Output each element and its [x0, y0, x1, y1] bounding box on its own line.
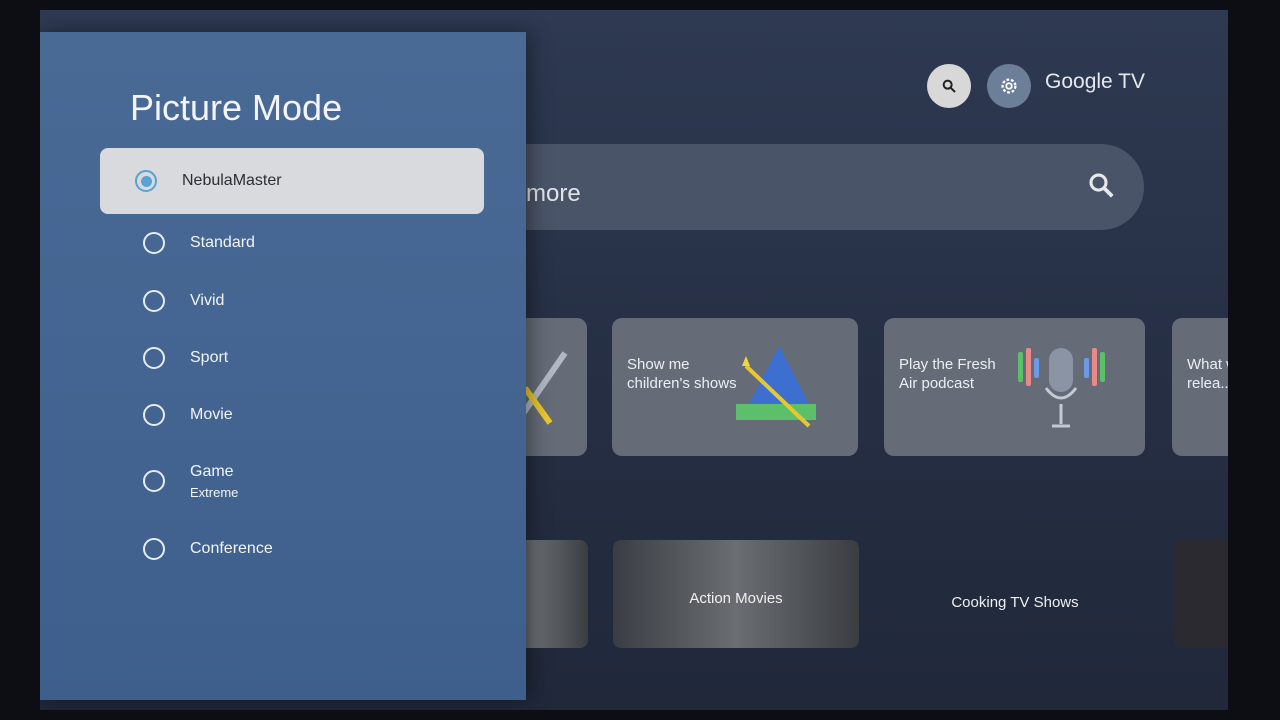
- gear-icon: [1001, 78, 1017, 94]
- microphone-icon: [1018, 348, 1105, 428]
- search-icon: [1089, 173, 1114, 198]
- suggestion-card[interactable]: What was A... relea...: [1172, 318, 1228, 456]
- swords-icon: [520, 351, 568, 425]
- search-button[interactable]: [927, 64, 971, 108]
- suggestion-card[interactable]: Show me children's shows: [612, 318, 858, 456]
- radio: [143, 347, 165, 369]
- panel-title: Picture Mode: [130, 87, 343, 128]
- wizard-hat-icon: [736, 346, 816, 428]
- suggestion-card[interactable]: Play the Fresh Air podcast: [884, 318, 1145, 456]
- category-tile[interactable]: [1173, 540, 1228, 648]
- category-tile-cooking[interactable]: Cooking TV Shows: [885, 540, 1145, 648]
- radio: [143, 290, 165, 312]
- option-conference[interactable]: Conference: [100, 516, 484, 582]
- google-tv-logo: Google TV: [1045, 70, 1146, 93]
- radio: [143, 404, 165, 426]
- option-game[interactable]: Game Extreme: [100, 448, 484, 514]
- settings-button[interactable]: [987, 64, 1031, 108]
- search-bar[interactable]: more: [460, 144, 1144, 230]
- radio: [143, 470, 165, 492]
- radio: [143, 538, 165, 560]
- option-movie[interactable]: Movie: [100, 382, 484, 448]
- picture-mode-panel: Picture Mode NebulaMaster Standard Vivid…: [40, 32, 526, 700]
- radio: [143, 232, 165, 254]
- search-icon: [942, 79, 956, 93]
- radio-selected: [135, 170, 157, 192]
- option-standard[interactable]: Standard: [100, 210, 484, 276]
- category-tile-action-movies[interactable]: Action Movies: [613, 540, 859, 648]
- tv-screen: Google TV more Show me children's shows …: [40, 10, 1228, 710]
- option-nebulamaster[interactable]: NebulaMaster: [100, 148, 484, 214]
- search-hint: more: [526, 180, 581, 207]
